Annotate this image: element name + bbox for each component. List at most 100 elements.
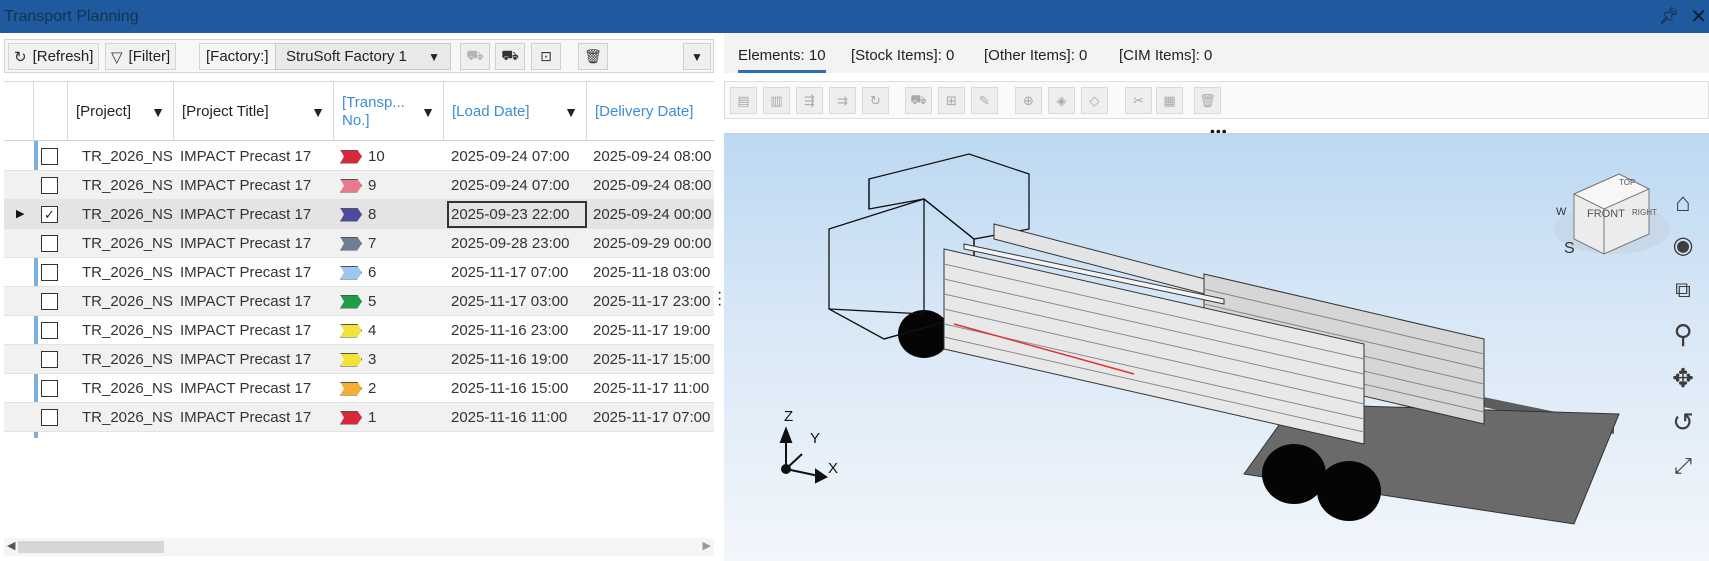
- delete-icon[interactable]: 🗑︎: [578, 43, 608, 70]
- delivery-date-cell[interactable]: 2025-09-24 08:00: [593, 171, 714, 200]
- delivery-date-cell[interactable]: 2025-09-24 08:00: [593, 142, 714, 171]
- cut-icon[interactable]: ✂: [1125, 87, 1152, 114]
- 3d-viewport[interactable]: Z Y X FRONT TOP RIGHT W S ⌂ ◉ ⧉ ⚲ ✥ ↺ ⤢: [724, 133, 1709, 561]
- add-rack-icon[interactable]: ⊞: [938, 87, 965, 114]
- project-cell[interactable]: TR_2026_NS: [82, 316, 172, 345]
- project-cell[interactable]: TR_2026_NS: [82, 374, 172, 403]
- load-date-cell[interactable]: 2025-09-28 23:00: [451, 229, 585, 258]
- scroll-left-icon[interactable]: ◀: [7, 539, 15, 552]
- project-cell[interactable]: TR_2026_NS: [82, 258, 172, 287]
- filter-icon[interactable]: ▼: [564, 104, 578, 120]
- toolbar-overflow-icon[interactable]: ▼: [683, 43, 711, 70]
- load-date-cell[interactable]: 2025-11-16 23:00: [451, 316, 585, 345]
- table-row[interactable]: TR_2026_NS IMPACT Precast 17 5 2025-11-17 0…: [4, 287, 714, 316]
- factory-select[interactable]: StruSoft Factory 1 ▼: [275, 43, 451, 70]
- home-icon[interactable]: ⌂: [1665, 184, 1701, 220]
- edit-icon[interactable]: ✎: [971, 87, 998, 114]
- tab-elements[interactable]: Elements: 10: [738, 47, 826, 73]
- transport-no-cell[interactable]: 9: [340, 171, 440, 200]
- layout-alt-icon[interactable]: ▥: [763, 87, 790, 114]
- row-checkbox[interactable]: [41, 409, 58, 426]
- row-checkbox[interactable]: [41, 264, 58, 281]
- filter-icon[interactable]: ▼: [311, 104, 325, 120]
- project-cell[interactable]: TR_2026_NS: [82, 403, 172, 432]
- delete-icon[interactable]: 🗑︎: [1194, 87, 1221, 114]
- transport-no-cell[interactable]: 8: [340, 200, 440, 229]
- delivery-date-cell[interactable]: 2025-11-17 11:00: [593, 374, 714, 403]
- header-project-title[interactable]: [Project Title] ▼: [174, 82, 334, 141]
- project-title-cell[interactable]: IMPACT Precast 17: [180, 229, 332, 258]
- project-cell[interactable]: TR_2026_NS: [82, 142, 172, 171]
- truck-config-icon[interactable]: ⛟: [905, 87, 932, 114]
- fit-all-icon[interactable]: ⤢: [1665, 448, 1701, 484]
- paste-icon[interactable]: ▦: [1156, 87, 1183, 114]
- project-cell[interactable]: TR_2026_NS: [82, 200, 172, 229]
- row-checkbox[interactable]: [41, 235, 58, 252]
- table-row[interactable]: ▶ ✓ TR_2026_NS IMPACT Precast 17 8 2025-09-23…: [4, 200, 714, 229]
- pan-icon[interactable]: ✥: [1665, 360, 1701, 396]
- table-row[interactable]: TR_2026_NS IMPACT Precast 17 1 2025-11-16 1…: [4, 403, 714, 432]
- table-row[interactable]: TR_2026_NS IMPACT Precast 17 9 2025-09-24 0…: [4, 171, 714, 200]
- filter-button[interactable]: ▽ [Filter]: [105, 43, 177, 70]
- transport-no-cell[interactable]: 5: [340, 287, 440, 316]
- row-checkbox[interactable]: [41, 148, 58, 165]
- add-support-icon[interactable]: ⊕: [1015, 87, 1042, 114]
- add-truck-icon[interactable]: ⛟: [460, 43, 490, 70]
- header-load-date[interactable]: [Load Date] ▼: [444, 82, 587, 141]
- load-date-cell[interactable]: 2025-09-24 07:00: [451, 171, 585, 200]
- delivery-date-cell[interactable]: 2025-09-24 00:00: [593, 200, 714, 229]
- table-row[interactable]: TR_2026_NS IMPACT Precast 17 7 2025-09-28 2…: [4, 229, 714, 258]
- scroll-thumb[interactable]: [18, 541, 164, 553]
- project-cell[interactable]: TR_2026_NS: [82, 171, 172, 200]
- delivery-date-cell[interactable]: 2025-11-17 23:00: [593, 287, 714, 316]
- row-checkbox[interactable]: ✓: [41, 206, 58, 223]
- delivery-date-cell[interactable]: 2025-11-17 19:00: [593, 316, 714, 345]
- transport-no-cell[interactable]: 10: [340, 142, 440, 171]
- filter-icon[interactable]: ▼: [421, 104, 435, 120]
- transport-no-cell[interactable]: 2: [340, 374, 440, 403]
- tab-cim-items[interactable]: [CIM Items]: 0: [1119, 47, 1212, 64]
- load-truck-icon[interactable]: ⛟: [495, 43, 525, 70]
- refresh-button[interactable]: ↻ [Refresh]: [8, 43, 100, 70]
- project-title-cell[interactable]: IMPACT Precast 17: [180, 403, 332, 432]
- load-date-cell[interactable]: 2025-11-17 03:00: [451, 287, 585, 316]
- load-date-cell[interactable]: 2025-11-17 07:00: [451, 258, 585, 287]
- project-cell[interactable]: TR_2026_NS: [82, 229, 172, 258]
- load-date-cell[interactable]: 2025-11-16 19:00: [451, 345, 585, 374]
- table-row[interactable]: TR_2026_NS IMPACT Precast 17 2 2025-11-16 1…: [4, 374, 714, 403]
- horizontal-scrollbar[interactable]: ◀ ▶: [4, 538, 714, 556]
- project-title-cell[interactable]: IMPACT Precast 17: [180, 142, 332, 171]
- zoom-window-icon[interactable]: ⧉: [1665, 272, 1701, 308]
- row-checkbox[interactable]: [41, 351, 58, 368]
- load-date-cell[interactable]: 2025-11-16 11:00: [451, 403, 585, 432]
- project-title-cell[interactable]: IMPACT Precast 17: [180, 287, 332, 316]
- filter-icon[interactable]: ▼: [151, 104, 165, 120]
- tab-other-items[interactable]: [Other Items]: 0: [984, 47, 1087, 64]
- transport-no-cell[interactable]: 6: [340, 258, 440, 287]
- project-title-cell[interactable]: IMPACT Precast 17: [180, 374, 332, 403]
- auto-load-icon[interactable]: ⊡: [531, 43, 561, 70]
- table-row[interactable]: TR_2026_NS IMPACT Precast 17 3 2025-11-16 1…: [4, 345, 714, 374]
- project-title-cell[interactable]: IMPACT Precast 17: [180, 171, 332, 200]
- project-title-cell[interactable]: IMPACT Precast 17: [180, 316, 332, 345]
- transport-no-cell[interactable]: 7: [340, 229, 440, 258]
- row-checkbox[interactable]: [41, 293, 58, 310]
- add-layer-icon[interactable]: ◈: [1048, 87, 1075, 114]
- pane-splitter-handle[interactable]: · · ·: [717, 285, 722, 313]
- row-checkbox[interactable]: [41, 322, 58, 339]
- row-checkbox[interactable]: [41, 380, 58, 397]
- transport-no-cell[interactable]: 1: [340, 403, 440, 432]
- delivery-date-cell[interactable]: 2025-09-29 00:00: [593, 229, 714, 258]
- header-delivery-date[interactable]: [Delivery Date]: [587, 82, 714, 141]
- delivery-date-cell[interactable]: 2025-11-18 03:00: [593, 258, 714, 287]
- tab-stock-items[interactable]: [Stock Items]: 0: [851, 47, 954, 64]
- transport-no-cell[interactable]: 4: [340, 316, 440, 345]
- row-checkbox[interactable]: [41, 177, 58, 194]
- project-title-cell[interactable]: IMPACT Precast 17: [180, 345, 332, 374]
- table-row[interactable]: TR_2026_NS IMPACT Precast 17 4 2025-11-16 2…: [4, 316, 714, 345]
- stack-icon[interactable]: ⇉: [829, 87, 856, 114]
- header-transport-no[interactable]: [Transp... No.] ▼: [334, 82, 444, 141]
- rotate-icon[interactable]: ↺: [1665, 404, 1701, 440]
- layout-icon[interactable]: ▤: [730, 87, 757, 114]
- load-date-cell[interactable]: 2025-11-16 15:00: [451, 374, 585, 403]
